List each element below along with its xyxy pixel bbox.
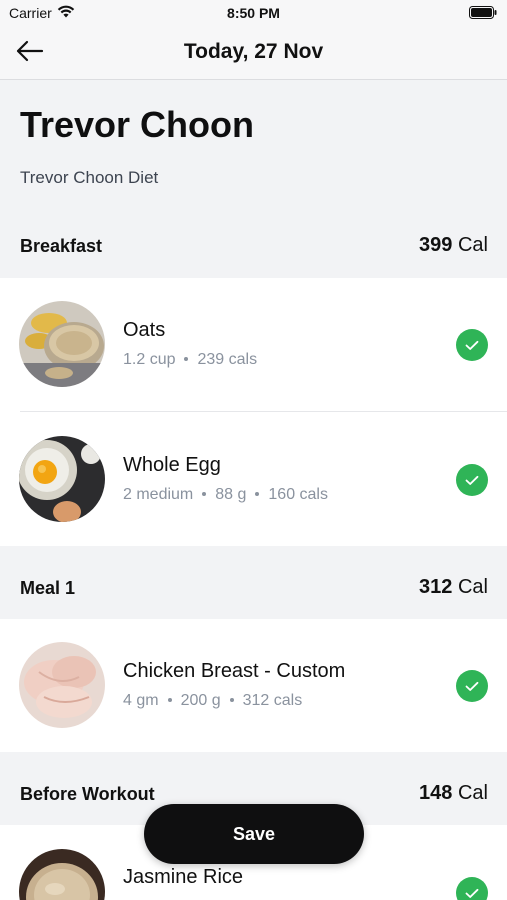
status-time: 8:50 PM — [227, 5, 280, 21]
checked-icon[interactable] — [456, 670, 488, 702]
food-name: Jasmine Rice — [123, 866, 244, 888]
section-name: Meal 1 — [20, 578, 76, 598]
section-name: Before Workout — [20, 784, 155, 804]
food-item-whole-egg[interactable]: Whole Egg 2 medium 88 g 160 cals — [0, 412, 507, 546]
food-name: Chicken Breast - Custom — [123, 660, 346, 682]
section-calories-value: 148 — [419, 782, 453, 804]
food-calories: 239 cals — [197, 351, 258, 368]
separator-dot — [167, 697, 172, 702]
section-calories-unit: Cal — [457, 234, 488, 256]
food-weight: 200 g — [180, 692, 221, 709]
food-details: 2 medium 88 g 160 cals — [123, 486, 328, 504]
checked-icon[interactable] — [456, 329, 488, 361]
food-name: Whole Egg — [123, 454, 221, 476]
meal-plan-screen: Carrier 8:50 PM Today, 27 Nov Trevor Cho… — [0, 0, 507, 900]
section-calories: 148 Cal — [419, 782, 488, 805]
food-weight: 88 g — [215, 486, 247, 503]
section-calories: 312 Cal — [419, 576, 488, 599]
separator-dot — [255, 491, 260, 496]
status-bar: Carrier 8:50 PM — [0, 0, 507, 26]
checked-icon[interactable] — [456, 877, 488, 900]
separator-dot — [184, 356, 189, 361]
nav-title: Today, 27 Nov — [183, 40, 324, 63]
separator-dot — [202, 491, 207, 496]
section-calories-value: 399 — [419, 234, 453, 256]
food-name: Oats — [123, 319, 166, 341]
chicken-photo-icon — [19, 642, 105, 728]
section-header-meal-1: Meal 1 312 Cal — [0, 546, 507, 619]
section-calories-value: 312 — [419, 576, 453, 598]
oats-photo-icon — [19, 301, 105, 387]
section-calories: 399 Cal — [419, 234, 488, 257]
section-calories-unit: Cal — [457, 576, 488, 598]
rice-photo-icon — [19, 849, 105, 900]
section-calories-unit: Cal — [457, 782, 488, 804]
food-details: 4 gm 200 g 312 cals — [123, 692, 302, 710]
egg-photo-icon — [19, 436, 105, 522]
section-name: Breakfast — [20, 236, 103, 256]
checked-icon[interactable] — [456, 464, 488, 496]
food-quantity: 2 medium — [123, 486, 194, 503]
client-name: Trevor Choon — [20, 104, 255, 145]
food-calories: 312 cals — [242, 692, 303, 709]
battery-icon — [469, 6, 497, 22]
food-calories: 160 cals — [268, 486, 328, 503]
separator-dot — [229, 697, 234, 702]
navigation-bar: Today, 27 Nov — [0, 26, 507, 80]
food-item-chicken-breast[interactable]: Chicken Breast - Custom 4 gm 200 g 312 cal… — [0, 619, 507, 752]
food-item-oats[interactable]: Oats 1.2 cup 239 cals — [0, 278, 507, 412]
save-button[interactable]: Save — [144, 804, 364, 864]
food-quantity: 1.2 cup — [123, 351, 176, 368]
food-quantity: 4 gm — [123, 692, 159, 709]
diet-name: Trevor Choon Diet — [20, 168, 159, 187]
section-header-breakfast: Breakfast 399 Cal — [0, 216, 507, 278]
food-details: 1.2 cup 239 cals — [123, 351, 257, 369]
